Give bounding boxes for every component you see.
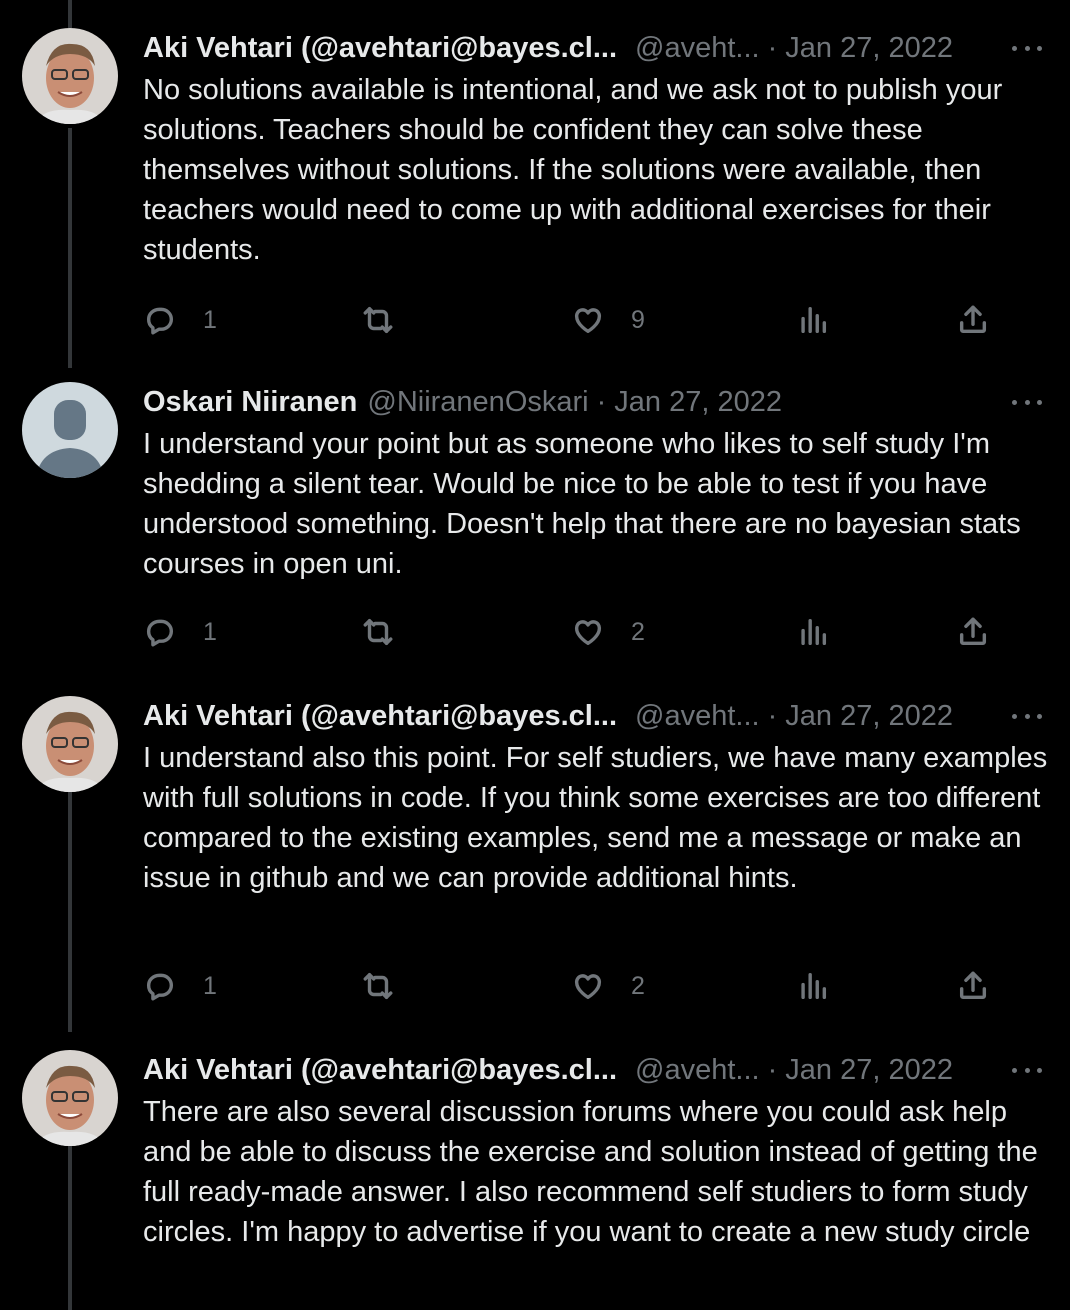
more-options-icon[interactable] bbox=[1012, 38, 1042, 58]
tweet-date[interactable]: Jan 27, 2022 bbox=[785, 700, 953, 733]
more-options-icon[interactable] bbox=[1012, 706, 1042, 726]
retweet-button[interactable] bbox=[361, 610, 395, 654]
share-button[interactable] bbox=[956, 298, 990, 342]
tweet-actions: 1 9 bbox=[0, 298, 1070, 342]
author-handle[interactable]: @aveht... bbox=[635, 700, 760, 733]
share-icon bbox=[959, 971, 987, 1000]
retweet-icon bbox=[363, 972, 393, 1000]
profile-photo bbox=[22, 28, 118, 124]
analytics-icon bbox=[801, 972, 827, 1000]
like-button[interactable]: 9 bbox=[571, 298, 645, 342]
reply-button[interactable]: 1 bbox=[143, 610, 217, 654]
like-count: 2 bbox=[631, 971, 645, 1000]
more-options-icon[interactable] bbox=[1012, 1060, 1042, 1080]
share-button[interactable] bbox=[956, 964, 990, 1008]
author-handle[interactable]: @NiiranenOskari bbox=[367, 386, 588, 419]
reply-button[interactable]: 1 bbox=[143, 298, 217, 342]
tweet-text: I understand also this point. For self s… bbox=[143, 742, 1048, 894]
reply-count: 1 bbox=[203, 617, 217, 646]
like-button[interactable]: 2 bbox=[571, 610, 645, 654]
reply-icon bbox=[146, 973, 174, 1001]
share-icon bbox=[959, 617, 987, 646]
profile-photo bbox=[22, 1050, 118, 1146]
retweet-icon bbox=[363, 306, 393, 334]
tweet-text: No solutions available is intentional, a… bbox=[143, 74, 1003, 266]
author-name[interactable]: Aki Vehtari (@avehtari@bayes.cl... bbox=[143, 1054, 617, 1087]
avatar[interactable] bbox=[22, 1050, 118, 1146]
author-name[interactable]: Oskari Niiranen bbox=[143, 386, 357, 419]
heart-icon bbox=[574, 620, 602, 646]
reply-icon bbox=[146, 307, 174, 335]
author-name[interactable]: Aki Vehtari (@avehtari@bayes.cl... bbox=[143, 700, 617, 733]
heart-icon bbox=[574, 974, 602, 1000]
views-button[interactable] bbox=[796, 964, 830, 1008]
tweet-date[interactable]: Jan 27, 2022 bbox=[614, 386, 782, 419]
like-count: 9 bbox=[631, 305, 645, 334]
like-button[interactable]: 2 bbox=[571, 964, 645, 1008]
author-name[interactable]: Aki Vehtari (@avehtari@bayes.cl... bbox=[143, 32, 617, 65]
tweet-date[interactable]: Jan 27, 2022 bbox=[785, 1054, 953, 1087]
tweet-text: I understand your point but as someone w… bbox=[143, 428, 1021, 580]
retweet-button[interactable] bbox=[361, 298, 395, 342]
tweet-date[interactable]: Jan 27, 2022 bbox=[785, 32, 953, 65]
reply-count: 1 bbox=[203, 305, 217, 334]
tweet-text: There are also several discussion forums… bbox=[143, 1096, 1038, 1248]
views-button[interactable] bbox=[796, 610, 830, 654]
reply-icon bbox=[146, 619, 174, 647]
tweet-actions: 1 2 bbox=[0, 964, 1070, 1008]
retweet-icon bbox=[363, 618, 393, 646]
tweet-actions: 1 2 bbox=[0, 610, 1070, 654]
avatar[interactable] bbox=[22, 382, 118, 478]
separator-dot: · bbox=[767, 1053, 778, 1086]
profile-photo bbox=[22, 696, 118, 792]
share-icon bbox=[959, 305, 987, 334]
avatar[interactable] bbox=[22, 696, 118, 792]
heart-icon bbox=[574, 308, 602, 334]
more-options-icon[interactable] bbox=[1012, 392, 1042, 412]
share-button[interactable] bbox=[956, 610, 990, 654]
reply-button[interactable]: 1 bbox=[143, 964, 217, 1008]
separator-dot: · bbox=[596, 385, 607, 418]
thread-line bbox=[68, 0, 72, 28]
analytics-icon bbox=[801, 306, 827, 334]
avatar[interactable] bbox=[22, 28, 118, 124]
like-count: 2 bbox=[631, 617, 645, 646]
default-avatar-icon bbox=[22, 382, 118, 478]
views-button[interactable] bbox=[796, 298, 830, 342]
reply-count: 1 bbox=[203, 971, 217, 1000]
separator-dot: · bbox=[767, 31, 778, 64]
thread-line bbox=[68, 1146, 72, 1310]
author-handle[interactable]: @aveht... bbox=[635, 32, 760, 65]
analytics-icon bbox=[801, 618, 827, 646]
author-handle[interactable]: @aveht... bbox=[635, 1054, 760, 1087]
retweet-button[interactable] bbox=[361, 964, 395, 1008]
separator-dot: · bbox=[767, 699, 778, 732]
